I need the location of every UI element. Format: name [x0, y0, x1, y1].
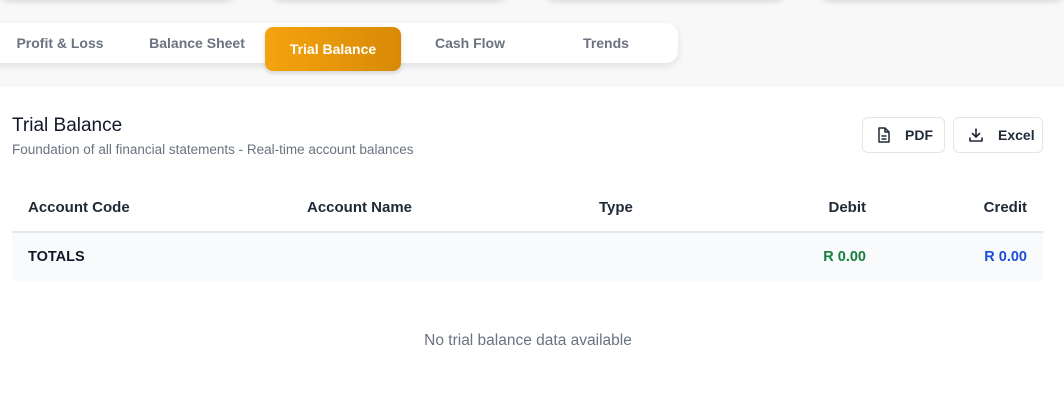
excel-button-label: Excel	[998, 127, 1035, 143]
totals-debit: R 0.00	[823, 249, 866, 265]
totals-label: TOTALS	[28, 249, 85, 265]
tab-profit-loss[interactable]: Profit & Loss	[0, 23, 120, 63]
document-icon	[878, 127, 890, 143]
totals-credit: R 0.00	[984, 249, 1027, 265]
section-subtitle: Foundation of all financial statements -…	[12, 142, 414, 157]
section-title: Trial Balance	[12, 115, 123, 136]
column-header-account-code[interactable]: Account Code	[28, 199, 130, 216]
tab-trial-balance[interactable]: Trial Balance	[265, 27, 401, 71]
tab-balance-sheet[interactable]: Balance Sheet	[127, 23, 267, 63]
column-header-type[interactable]: Type	[599, 199, 633, 216]
report-tabs: Profit & Loss Balance Sheet Trial Balanc…	[0, 23, 678, 71]
tab-cash-flow[interactable]: Cash Flow	[405, 23, 535, 63]
tab-trends[interactable]: Trends	[545, 23, 667, 63]
column-header-account-name[interactable]: Account Name	[307, 199, 412, 216]
pdf-button-label: PDF	[905, 127, 933, 143]
totals-row	[12, 233, 1043, 281]
export-pdf-button[interactable]: PDF	[862, 117, 945, 153]
column-header-credit[interactable]: Credit	[984, 199, 1027, 216]
download-icon	[969, 128, 983, 142]
top-area: Profit & Loss Balance Sheet Trial Balanc…	[0, 0, 1064, 87]
column-header-debit[interactable]: Debit	[829, 199, 867, 216]
export-excel-button[interactable]: Excel	[953, 117, 1043, 153]
empty-state-message: No trial balance data available	[424, 332, 632, 349]
